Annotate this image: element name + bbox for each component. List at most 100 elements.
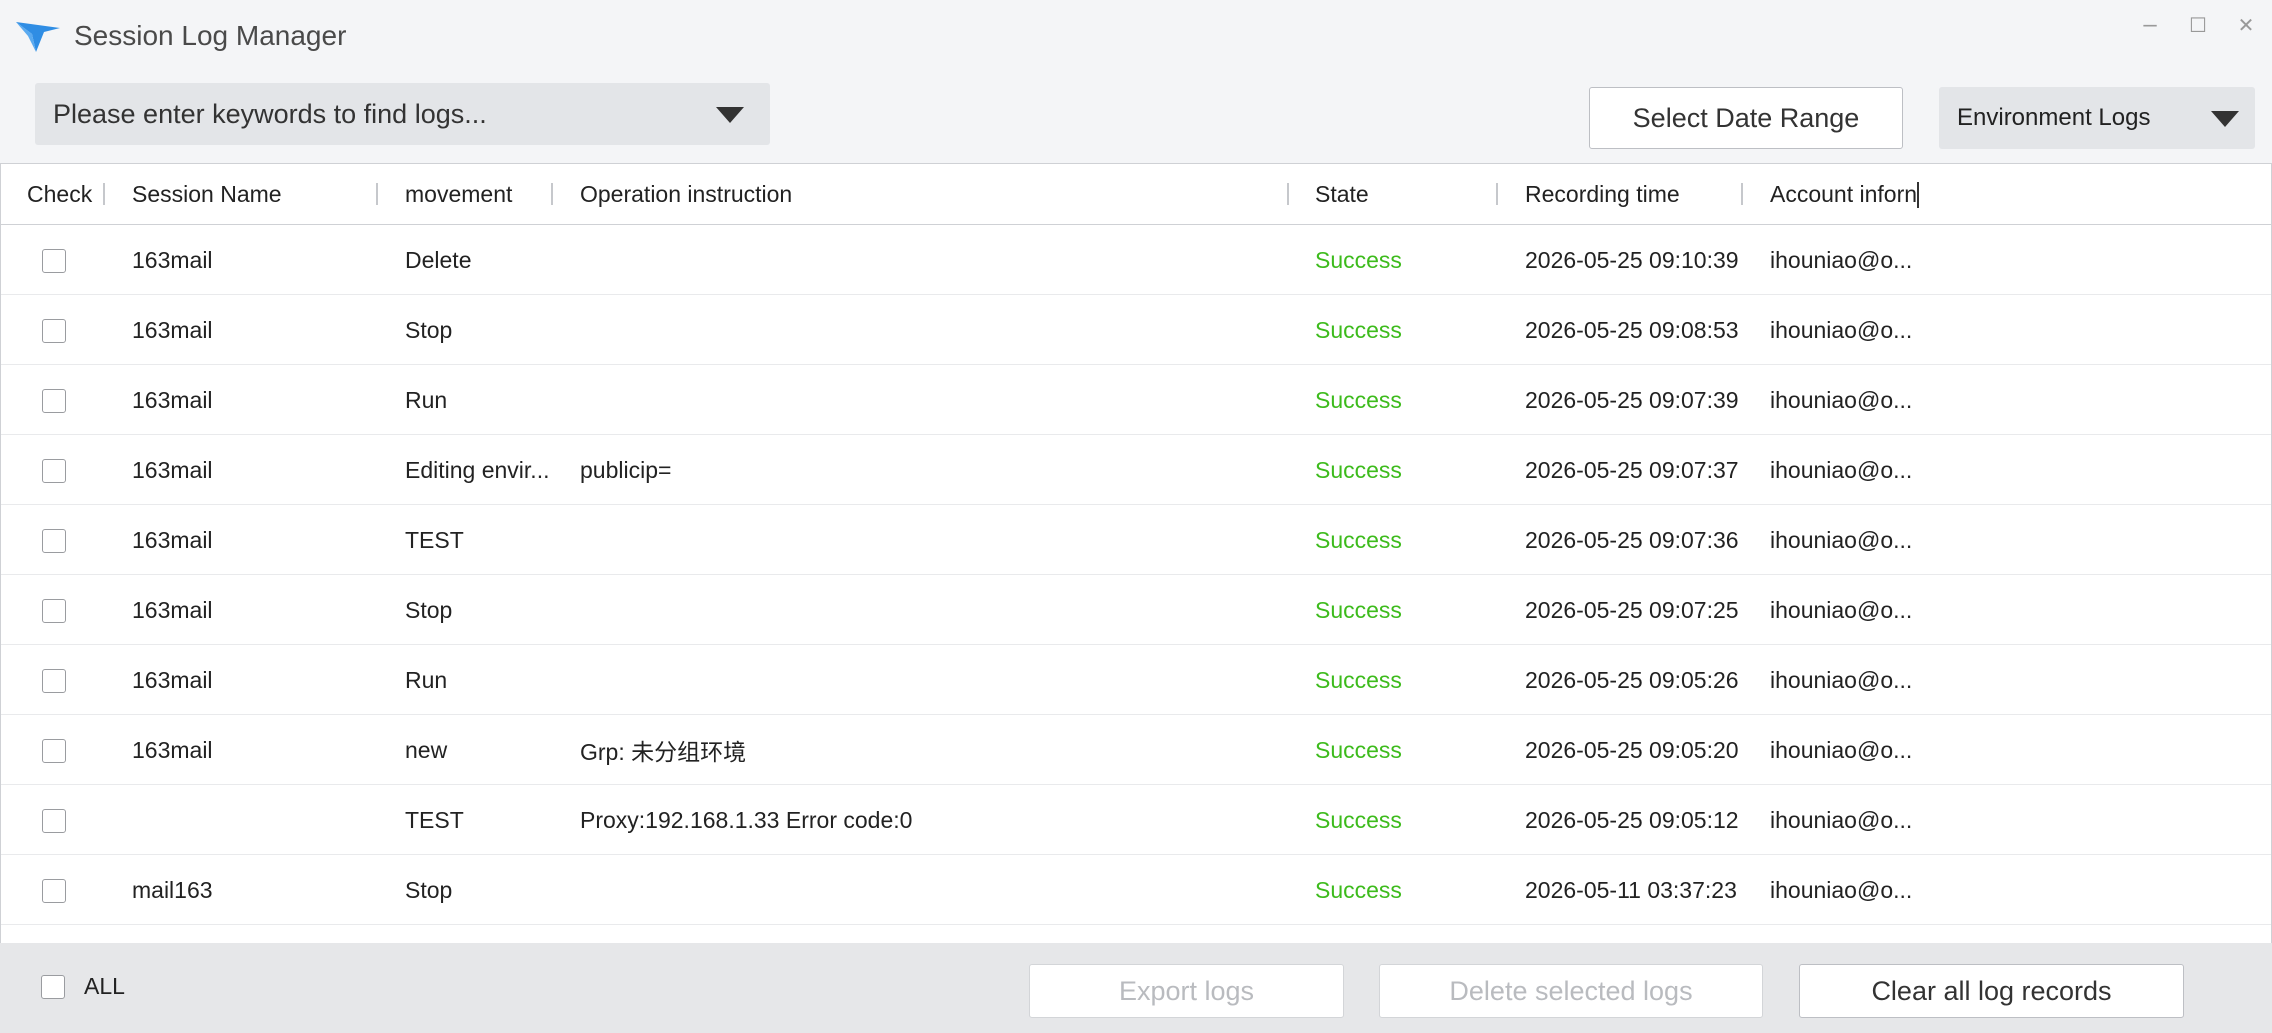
operation-cell: publicip= <box>580 456 672 483</box>
state-cell: Success <box>1315 526 1402 553</box>
table-row[interactable]: 163mail TEST Success 2026-05-25 09:07:36… <box>1 505 2271 575</box>
movement-cell: Editing envir... <box>405 456 550 483</box>
table-row[interactable]: TEST Proxy:192.168.1.33 Error code:0 Suc… <box>1 785 2271 855</box>
session-name-cell: 163mail <box>132 456 213 483</box>
table-row[interactable]: 163mail Delete Success 2026-05-25 09:10:… <box>1 225 2271 295</box>
title-bar: Session Log Manager – ☐ ✕ <box>0 0 2272 72</box>
recording-time-cell: 2026-05-25 09:05:20 <box>1525 736 1739 763</box>
row-checkbox[interactable] <box>42 809 66 833</box>
table-row[interactable]: 163mail Editing envir... publicip= Succe… <box>1 435 2271 505</box>
session-name-cell: 163mail <box>132 596 213 623</box>
column-header-check: Check <box>27 181 93 207</box>
caret-down-icon[interactable] <box>716 107 744 123</box>
movement-cell: Stop <box>405 596 453 623</box>
app-title: Session Log Manager <box>74 20 347 51</box>
recording-time-cell: 2026-05-25 09:07:39 <box>1525 386 1739 413</box>
recording-time-cell: 2026-05-25 09:08:53 <box>1525 316 1739 343</box>
state-cell: Success <box>1315 666 1402 693</box>
footer-bar: ALL Export logs Delete selected logs Cle… <box>0 943 2272 1033</box>
export-logs-button[interactable]: Export logs <box>1029 964 1344 1018</box>
movement-cell: TEST <box>405 806 464 833</box>
session-name-cell: 163mail <box>132 736 213 763</box>
table-row[interactable]: 163mail Run Success 2026-05-25 09:05:26 … <box>1 645 2271 715</box>
operation-cell: Proxy:192.168.1.33 Error code:0 <box>580 806 913 833</box>
column-resizer[interactable] <box>103 183 105 205</box>
text-cursor <box>1917 182 1919 208</box>
select-all-label[interactable]: ALL <box>84 973 125 1000</box>
table-row[interactable]: 163mail Run Success 2026-05-25 09:07:39 … <box>1 365 2271 435</box>
row-checkbox[interactable] <box>42 249 66 273</box>
column-resizer[interactable] <box>376 183 378 205</box>
recording-time-cell: 2026-05-25 09:05:12 <box>1525 806 1739 833</box>
recording-time-cell: 2026-05-25 09:07:25 <box>1525 596 1739 623</box>
state-cell: Success <box>1315 806 1402 833</box>
table-row[interactable]: 163mail Stop Success 2026-05-25 09:07:25… <box>1 575 2271 645</box>
state-cell: Success <box>1315 386 1402 413</box>
column-resizer[interactable] <box>551 183 553 205</box>
movement-cell: Stop <box>405 876 453 903</box>
state-cell: Success <box>1315 316 1402 343</box>
column-header-movement[interactable]: movement <box>405 164 512 225</box>
maximize-button[interactable]: ☐ <box>2178 8 2218 42</box>
account-cell: ihouniao@o... <box>1770 526 1913 553</box>
row-checkbox[interactable] <box>42 389 66 413</box>
movement-cell: Run <box>405 666 448 693</box>
session-name-cell: mail163 <box>132 876 213 903</box>
account-cell: ihouniao@o... <box>1770 386 1913 413</box>
column-resizer[interactable] <box>1496 183 1498 205</box>
movement-cell: Stop <box>405 316 453 343</box>
row-checkbox[interactable] <box>42 319 66 343</box>
search-input[interactable] <box>35 83 675 145</box>
state-cell: Success <box>1315 876 1402 903</box>
column-resizer[interactable] <box>1287 183 1289 205</box>
movement-cell: Delete <box>405 246 472 273</box>
table-row[interactable]: 163mail new Grp: 未分组环境 Success 2026-05-2… <box>1 715 2271 785</box>
state-cell: Success <box>1315 246 1402 273</box>
state-cell: Success <box>1315 456 1402 483</box>
column-resizer[interactable] <box>1741 183 1743 205</box>
state-cell: Success <box>1315 596 1402 623</box>
recording-time-cell: 2026-05-25 09:07:36 <box>1525 526 1739 553</box>
close-button[interactable]: ✕ <box>2226 8 2266 42</box>
account-cell: ihouniao@o... <box>1770 736 1913 763</box>
select-date-range-button[interactable]: Select Date Range <box>1589 87 1903 149</box>
clear-all-logs-button[interactable]: Clear all log records <box>1799 964 2184 1018</box>
session-name-cell: 163mail <box>132 386 213 413</box>
session-name-cell: 163mail <box>132 316 213 343</box>
recording-time-cell: 2026-05-25 09:10:39 <box>1525 246 1739 273</box>
row-checkbox[interactable] <box>42 459 66 483</box>
table-header: Check Session Name movement Operation in… <box>1 164 2271 225</box>
session-name-cell: 163mail <box>132 246 213 273</box>
table-row[interactable]: 163mail Stop Success 2026-05-25 09:08:53… <box>1 295 2271 365</box>
state-cell: Success <box>1315 736 1402 763</box>
column-header-session-name[interactable]: Session Name <box>132 164 282 225</box>
row-checkbox[interactable] <box>42 599 66 623</box>
log-type-select[interactable]: Environment Logs <box>1939 87 2255 149</box>
column-header-operation[interactable]: Operation instruction <box>580 164 792 225</box>
movement-cell: Run <box>405 386 448 413</box>
session-name-cell: 163mail <box>132 526 213 553</box>
minimize-button[interactable]: – <box>2130 8 2170 42</box>
log-table: Check Session Name movement Operation in… <box>0 163 2272 943</box>
row-checkbox[interactable] <box>42 529 66 553</box>
log-search-combobox[interactable] <box>35 83 770 145</box>
account-cell: ihouniao@o... <box>1770 596 1913 623</box>
account-cell: ihouniao@o... <box>1770 316 1913 343</box>
recording-time-cell: 2026-05-25 09:07:37 <box>1525 456 1739 483</box>
table-row[interactable]: mail163 Stop Success 2026-05-11 03:37:23… <box>1 855 2271 925</box>
column-header-state[interactable]: State <box>1315 164 1369 225</box>
recording-time-cell: 2026-05-11 03:37:23 <box>1525 876 1737 903</box>
account-cell: ihouniao@o... <box>1770 246 1913 273</box>
account-cell: ihouniao@o... <box>1770 456 1913 483</box>
row-checkbox[interactable] <box>42 879 66 903</box>
column-header-account[interactable]: Account inforn <box>1770 164 1917 225</box>
delete-selected-logs-button[interactable]: Delete selected logs <box>1379 964 1763 1018</box>
row-checkbox[interactable] <box>42 739 66 763</box>
row-checkbox[interactable] <box>42 669 66 693</box>
select-all-checkbox[interactable] <box>41 975 65 999</box>
operation-cell: Grp: 未分组环境 <box>580 739 747 765</box>
session-name-cell: 163mail <box>132 666 213 693</box>
movement-cell: new <box>405 736 448 763</box>
column-header-recording-time[interactable]: Recording time <box>1525 164 1680 225</box>
log-type-selected-value: Environment Logs <box>1957 104 2151 131</box>
